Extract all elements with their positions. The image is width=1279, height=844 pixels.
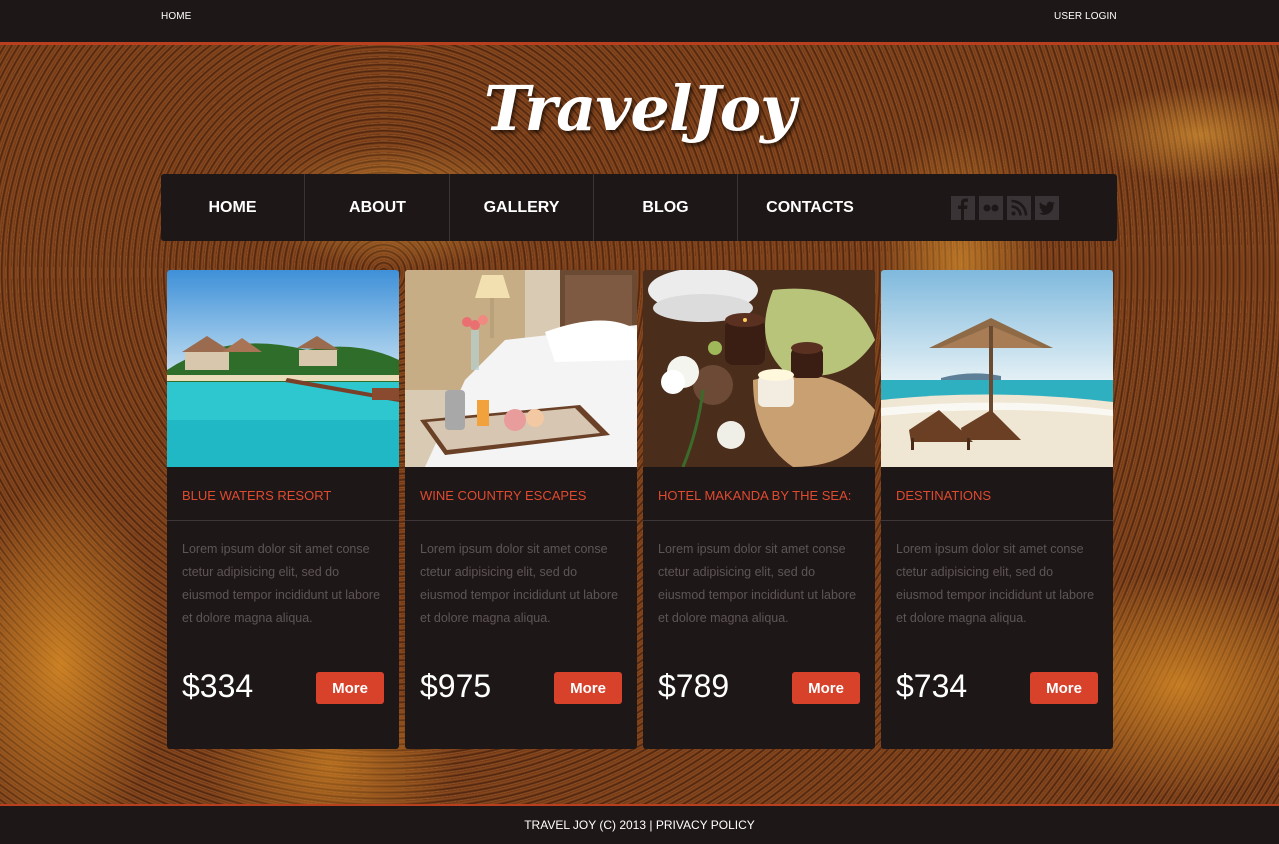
nav-blog[interactable]: BLOG <box>594 174 738 241</box>
more-button[interactable]: More <box>554 672 622 704</box>
deal-card: BLUE WATERS RESORT Lorem ipsum dolor sit… <box>167 270 399 749</box>
card-price: $975 <box>420 668 492 704</box>
flickr-icon[interactable] <box>979 196 1003 220</box>
resort-photo[interactable] <box>167 270 399 467</box>
more-button[interactable]: More <box>316 672 384 704</box>
footer: TRAVEL JOY (C) 2013 | PRIVACY POLICY <box>0 804 1279 843</box>
card-divider <box>881 520 1113 521</box>
top-bar: HOME USER LOGIN <box>0 0 1279 45</box>
footer-separator: | <box>649 818 653 832</box>
card-description: Lorem ipsum dolor sit amet conse ctetur … <box>658 542 857 625</box>
card-divider <box>405 520 637 521</box>
card-price: $789 <box>658 668 730 704</box>
deal-card: WINE COUNTRY ESCAPES Lorem ipsum dolor s… <box>405 270 637 749</box>
card-description: Lorem ipsum dolor sit amet conse ctetur … <box>896 542 1095 625</box>
card-title[interactable]: HOTEL MAKANDA BY THE SEA: <box>658 488 851 503</box>
more-button[interactable]: More <box>792 672 860 704</box>
card-description: Lorem ipsum dolor sit amet conse ctetur … <box>182 542 381 625</box>
card-title[interactable]: DESTINATIONS <box>896 488 991 503</box>
nav-contacts[interactable]: CONTACTS <box>738 174 882 241</box>
card-description: Lorem ipsum dolor sit amet conse ctetur … <box>420 542 619 625</box>
privacy-policy-link[interactable]: PRIVACY POLICY <box>656 818 755 832</box>
hotel-room-photo[interactable] <box>405 270 637 467</box>
nav-about[interactable]: ABOUT <box>306 174 450 241</box>
deal-card: HOTEL MAKANDA BY THE SEA: Lorem ipsum do… <box>643 270 875 749</box>
site-logo[interactable]: TravelJoy <box>0 72 1279 145</box>
card-title[interactable]: BLUE WATERS RESORT <box>182 488 331 503</box>
nav-home[interactable]: HOME <box>161 174 305 241</box>
card-price: $734 <box>896 668 968 704</box>
rss-icon[interactable] <box>1007 196 1031 220</box>
card-divider <box>167 520 399 521</box>
top-home-link[interactable]: HOME <box>161 11 191 22</box>
footer-copyright: TRAVEL JOY (C) 2013 <box>524 818 647 832</box>
main-nav: HOME ABOUT GALLERY BLOG CONTACTS <box>161 174 1117 241</box>
card-price: $334 <box>182 668 254 704</box>
more-button[interactable]: More <box>1030 672 1098 704</box>
beach-photo[interactable] <box>881 270 1113 467</box>
user-login-link[interactable]: USER LOGIN <box>1054 11 1117 22</box>
spa-photo[interactable] <box>643 270 875 467</box>
card-title[interactable]: WINE COUNTRY ESCAPES <box>420 488 586 503</box>
nav-gallery[interactable]: GALLERY <box>450 174 594 241</box>
twitter-icon[interactable] <box>1035 196 1059 220</box>
card-divider <box>643 520 875 521</box>
deal-card: DESTINATIONS Lorem ipsum dolor sit amet … <box>881 270 1113 749</box>
facebook-icon[interactable] <box>951 196 975 220</box>
